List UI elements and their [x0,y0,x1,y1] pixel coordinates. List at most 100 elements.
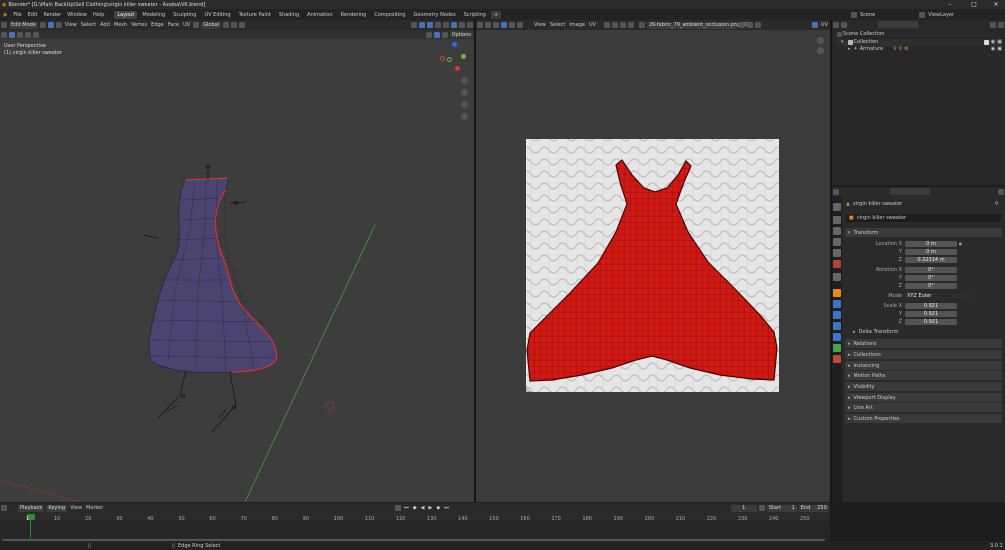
workspace-tab-layout[interactable]: Layout [114,10,138,19]
workspace-tab-modeling[interactable]: Modeling [139,11,168,19]
select-subtract-icon[interactable] [25,31,31,38]
uv-edge-select-icon[interactable] [501,22,507,28]
transform-panel-header[interactable]: ▾ Transform [845,228,1002,237]
exclude-checkbox-icon[interactable] [983,39,989,45]
viewport-menu-edge[interactable]: Edge [149,22,166,28]
vertex-select-icon[interactable] [39,22,46,28]
outliner-search-field[interactable] [878,21,918,28]
close-button[interactable]: ✕ [988,0,1004,9]
uv-vertex-select-icon[interactable] [493,22,499,28]
motion-paths-panel[interactable]: ▸ Motion Paths [845,371,1002,380]
image-new-icon[interactable] [739,22,746,28]
uv-sticky-icon[interactable] [612,22,619,28]
uv-menu-uv[interactable]: UV [587,22,598,28]
uv-menu-view[interactable]: View [532,22,548,28]
line-art-panel[interactable]: ▸ Line Art [845,403,1002,412]
add-workspace-button[interactable]: + [490,10,502,19]
timeline-menu-marker[interactable]: Marker [84,505,105,511]
rotation-x-field[interactable]: 0° [905,266,957,273]
uv-zoom-icon[interactable] [817,37,824,44]
blender-menu-icon[interactable]: ◉ [0,9,10,20]
material-tab-icon[interactable] [833,355,841,363]
viewport-menu-face[interactable]: Face [166,22,181,28]
overlay-icon[interactable] [427,22,433,28]
gizmo-neg-y-icon[interactable] [447,57,452,62]
preview-range-icon[interactable] [758,505,765,511]
workspace-tab-texture-paint[interactable]: Texture Paint [236,11,274,19]
uv-proportional-icon[interactable] [628,22,635,28]
uv-menu-select[interactable]: Select [548,22,567,28]
zoom-icon[interactable] [461,77,468,84]
rotation-mode-dropdown[interactable]: XYZ Euler [905,292,975,299]
constraints-tab-icon[interactable] [833,333,841,341]
shading-wire-icon[interactable] [443,22,449,28]
playback-menu[interactable]: Playback [18,504,45,512]
play-icon[interactable]: ▶ [429,505,433,511]
select-intersect-icon[interactable] [33,31,39,38]
armature-eye-icon[interactable]: ◉ [991,46,995,54]
image-unlink-icon[interactable] [755,22,762,28]
viewport-menu-mesh[interactable]: Mesh [112,22,129,28]
render-tab-icon[interactable] [833,216,841,224]
custom-properties-panel[interactable]: ▸ Custom Properties [845,414,1002,423]
visibility-icon[interactable] [411,22,417,28]
end-frame-field[interactable]: End 250 [798,504,829,512]
gizmo-x-axis-icon[interactable] [455,66,460,71]
menu-window[interactable]: Window [64,9,90,20]
viewport-menu-vertex[interactable]: Vertex [129,22,149,28]
workspace-tab-scripting[interactable]: Scripting [461,11,489,19]
collapse-arrow-icon[interactable]: ▸ [848,46,851,54]
scene-name[interactable]: Scene [858,12,877,18]
workspace-tab-uv-editing[interactable]: UV Editing [201,11,233,19]
uv-overlay-icon[interactable] [811,22,818,28]
eye-icon[interactable]: ◉ [991,39,995,47]
viewport-menu-select[interactable]: Select [79,22,98,28]
gizmo-icon[interactable] [419,22,425,28]
pin-icon[interactable]: ⚲ [995,201,999,207]
outliner-filter-icon[interactable] [990,21,996,28]
image-name-field[interactable]: 2K-fabric_79_ambient_occlusion.png.003 [647,21,751,29]
properties-type-icon[interactable] [833,188,839,195]
menu-edit[interactable]: Edit [25,9,41,20]
next-key-icon[interactable]: ◆ [436,505,440,511]
uv-pivot-icon[interactable] [604,22,611,28]
scale-y-field[interactable]: 0.921 [905,310,957,317]
snap-icon[interactable] [231,22,238,28]
collections-panel[interactable]: ▸ Collections [845,350,1002,359]
timeline-menu-view[interactable]: View [68,505,84,511]
workspace-tab-rendering[interactable]: Rendering [338,11,370,19]
scale-z-field[interactable]: 0.921 [905,318,957,325]
armature-camera-icon[interactable]: ▣ [997,46,1002,54]
prev-key-icon[interactable]: ◆ [413,505,417,511]
data-tab-icon[interactable] [833,344,841,352]
new-collection-icon[interactable] [998,21,1004,28]
keying-menu[interactable]: Keying [46,504,68,512]
tool-tab-icon[interactable] [833,203,841,211]
uv-sync-icon[interactable] [485,22,491,28]
image-open-icon[interactable] [747,22,754,28]
shading-solid-icon[interactable] [451,22,457,28]
pivot-icon[interactable] [223,22,230,28]
relations-panel[interactable]: ▸ Relations [845,339,1002,348]
viewport-menu-view[interactable]: View [63,22,79,28]
uv-pan-icon[interactable] [817,47,824,54]
select-new-icon[interactable] [9,31,15,38]
xray-icon[interactable] [435,22,441,28]
uv-editor-type-icon[interactable] [477,22,483,28]
object-name-field[interactable]: ■ virgin killer sweater [846,214,1001,222]
image-browse-icon[interactable] [639,22,646,28]
location-y-field[interactable]: 0 m [905,248,957,255]
navigation-gizmo[interactable] [440,42,470,74]
outliner-row-armature[interactable]: ▸ ✦ Armature ⚲ ⚲ ⚙ ◉ ▣ [836,46,1002,54]
shading-rendered-icon[interactable] [467,22,473,28]
mirror-y-icon[interactable] [433,31,440,38]
edge-select-icon[interactable] [47,22,54,28]
delta-transform-subpanel[interactable]: ▸ Delta Transform [853,329,898,335]
outliner-type-icon[interactable] [833,21,839,28]
workspace-tab-compositing[interactable]: Compositing [371,11,408,19]
visibility-panel[interactable]: ▸ Visibility [845,382,1002,391]
mirror-x-icon[interactable] [425,31,432,38]
viewport-menu-uv[interactable]: UV [181,22,192,28]
scale-x-field[interactable]: 0.921 [905,302,957,309]
expand-arrow-icon[interactable]: ▾ [841,39,844,47]
